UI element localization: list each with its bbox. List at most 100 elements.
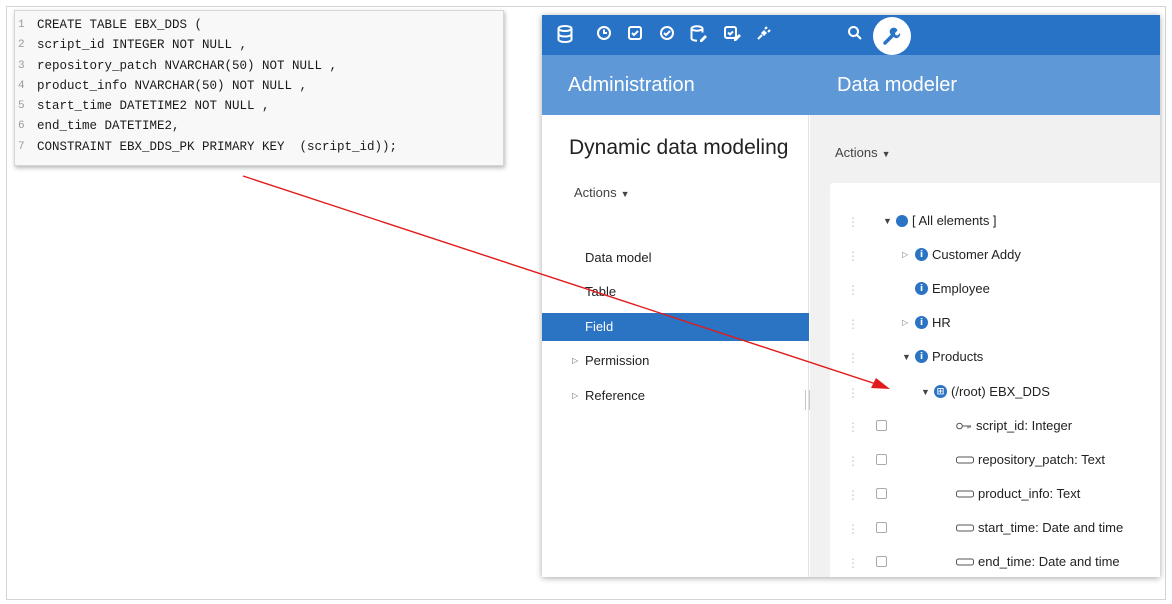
expand-triangle-icon[interactable]: ▷ — [572, 347, 578, 375]
drag-handle-icon[interactable]: ⋮ — [847, 283, 859, 297]
tree-row[interactable]: ⋮ end_time: Date and time — [830, 545, 1160, 577]
tree-node-label: HR — [932, 315, 951, 330]
row-checkbox[interactable] — [876, 488, 887, 499]
check-circle-icon[interactable] — [657, 25, 677, 45]
nav-item-reference[interactable]: ▷ Reference — [542, 382, 809, 410]
caret-down-icon: ▼ — [881, 148, 891, 159]
tree-row[interactable]: ⋮ script_id: Integer — [830, 409, 1160, 443]
key-icon — [956, 422, 971, 429]
tree-node: ▼ ⊞ (/root) EBX_DDS — [921, 384, 1050, 399]
collapse-triangle-icon[interactable]: ▼ — [902, 352, 915, 362]
actions-menu-button[interactable]: Actions ▼ — [574, 185, 630, 200]
clock-icon[interactable] — [594, 25, 614, 45]
nav-label: Permission — [585, 353, 650, 368]
field-icon — [956, 456, 974, 463]
tree-node: ▷ i Customer Addy — [902, 247, 1021, 262]
field-icon — [956, 490, 974, 497]
nav-label: Data model — [585, 250, 652, 265]
code-text: repository_patch NVARCHAR(50) NOT NULL , — [37, 58, 338, 73]
code-text: product_info NVARCHAR(50) NOT NULL , — [37, 78, 308, 93]
database-icon[interactable] — [555, 25, 575, 45]
row-checkbox[interactable] — [876, 556, 887, 567]
actions-menu-button[interactable]: Actions ▼ — [835, 145, 891, 160]
table-icon: ⊞ — [934, 385, 947, 398]
line-number: 3 — [18, 59, 25, 72]
collapse-triangle-icon[interactable]: ▼ — [883, 216, 896, 226]
tree-row[interactable]: ⋮ i Employee — [830, 272, 1160, 306]
line-number: 2 — [18, 39, 25, 52]
left-navigation-panel: Dynamic data modeling Actions ▼ Data mode… — [542, 115, 809, 577]
row-checkbox[interactable] — [876, 454, 887, 465]
wrench-icon[interactable] — [873, 17, 911, 55]
actions-label: Actions — [835, 145, 878, 160]
tree-node: ▷ i HR — [902, 315, 951, 330]
tree-node-label: repository_patch: Text — [978, 452, 1105, 467]
tree-node-label: script_id: Integer — [976, 418, 1073, 433]
tree-row[interactable]: ⋮ ▼ [ All elements ] — [830, 204, 1160, 238]
caret-down-icon: ▼ — [620, 188, 630, 199]
tree-node: start_time: Date and time — [956, 520, 1123, 535]
root-node-icon — [896, 214, 908, 227]
nav-item-data-model[interactable]: Data model — [542, 244, 809, 272]
row-checkbox[interactable] — [876, 522, 887, 533]
nav-item-field[interactable]: Field — [542, 313, 809, 341]
drag-handle-icon[interactable]: ⋮ — [847, 386, 859, 400]
tree-node-label: start_time: Date and time — [978, 520, 1124, 535]
sql-code-snippet: 1 CREATE TABLE EBX_DDS ( 2 script_id INTEG… — [14, 10, 504, 166]
tree-node-label: end_time: Date and time — [978, 554, 1120, 569]
panel-title: Dynamic data modeling — [569, 136, 789, 159]
nav-item-permission[interactable]: ▷ Permission — [542, 347, 809, 375]
tree-node: end_time: Date and time — [956, 554, 1120, 569]
expand-triangle-icon[interactable]: ▷ — [572, 382, 578, 410]
tree-node-label: (/root) EBX_DDS — [951, 384, 1050, 399]
code-line: 1 CREATE TABLE EBX_DDS ( — [15, 15, 503, 35]
nav-label: Field — [585, 319, 614, 334]
info-icon: i — [915, 248, 928, 261]
row-checkbox[interactable] — [876, 420, 887, 431]
tree-row[interactable]: ⋮ start_time: Date and time — [830, 511, 1160, 545]
drag-handle-icon[interactable]: ⋮ — [847, 454, 859, 468]
code-text: start_time DATETIME2 NOT NULL , — [37, 99, 270, 114]
header-title-administration: Administration — [568, 74, 695, 96]
tree-row[interactable]: ⋮ product_info: Text — [830, 477, 1160, 511]
code-line: 3 repository_patch NVARCHAR(50) NOT NULL … — [15, 56, 503, 76]
tree-row[interactable]: ⋮ ▷ i HR — [830, 306, 1160, 340]
drag-handle-icon[interactable]: ⋮ — [847, 488, 859, 502]
check-edit-icon[interactable] — [723, 25, 743, 45]
code-line: 6 end_time DATETIME2, — [15, 116, 503, 136]
tree-row[interactable]: ⋮ ▷ i Customer Addy — [830, 238, 1160, 272]
code-line: 2 script_id INTEGER NOT NULL , — [15, 35, 503, 55]
actions-label: Actions — [574, 185, 617, 200]
tree-node: product_info: Text — [956, 486, 1080, 501]
tree-row[interactable]: ⋮ repository_patch: Text — [830, 443, 1160, 477]
header-title-data-modeler: Data modeler — [837, 74, 958, 96]
tree-row[interactable]: ⋮ ▼ i Products — [830, 340, 1160, 374]
drag-handle-icon[interactable]: ⋮ — [847, 420, 859, 434]
drag-handle-icon[interactable]: ⋮ — [847, 249, 859, 263]
drag-handle-icon[interactable]: ⋮ — [847, 317, 859, 331]
drag-handle-icon[interactable]: ⋮ — [847, 556, 859, 570]
tree-node: script_id: Integer — [956, 418, 1072, 433]
drag-handle-icon[interactable]: ⋮ — [847, 351, 859, 365]
tree-node: ▼ i Products — [902, 349, 983, 364]
data-modeler-panel: Actions ▼ ⋮ ▼ [ All elements ] ⋮ ▷ i Cust… — [810, 115, 1160, 577]
code-text: end_time DATETIME2, — [37, 119, 180, 134]
check-square-icon[interactable] — [625, 25, 645, 45]
database-edit-icon[interactable] — [689, 25, 709, 45]
collapse-triangle-icon[interactable]: ▼ — [921, 387, 934, 397]
tree-node-label: Products — [932, 349, 984, 364]
plug-icon[interactable] — [754, 25, 774, 45]
drag-handle-icon[interactable]: ⋮ — [847, 522, 859, 536]
line-number: 4 — [18, 79, 25, 92]
drag-handle-icon[interactable]: ⋮ — [847, 215, 859, 229]
expand-triangle-icon[interactable]: ▷ — [902, 318, 915, 327]
expand-triangle-icon[interactable]: ▷ — [902, 250, 915, 259]
search-icon[interactable] — [845, 25, 865, 45]
tree-node: i Employee — [915, 281, 990, 296]
tree-row[interactable]: ⋮ ▼ ⊞ (/root) EBX_DDS — [830, 375, 1160, 409]
tree-node: ▼ [ All elements ] — [883, 213, 997, 228]
field-icon — [956, 524, 974, 531]
code-text: CONSTRAINT EBX_DDS_PK PRIMARY KEY (scrip… — [37, 139, 398, 154]
line-number: 7 — [18, 140, 25, 153]
nav-item-table[interactable]: Table — [542, 278, 809, 306]
